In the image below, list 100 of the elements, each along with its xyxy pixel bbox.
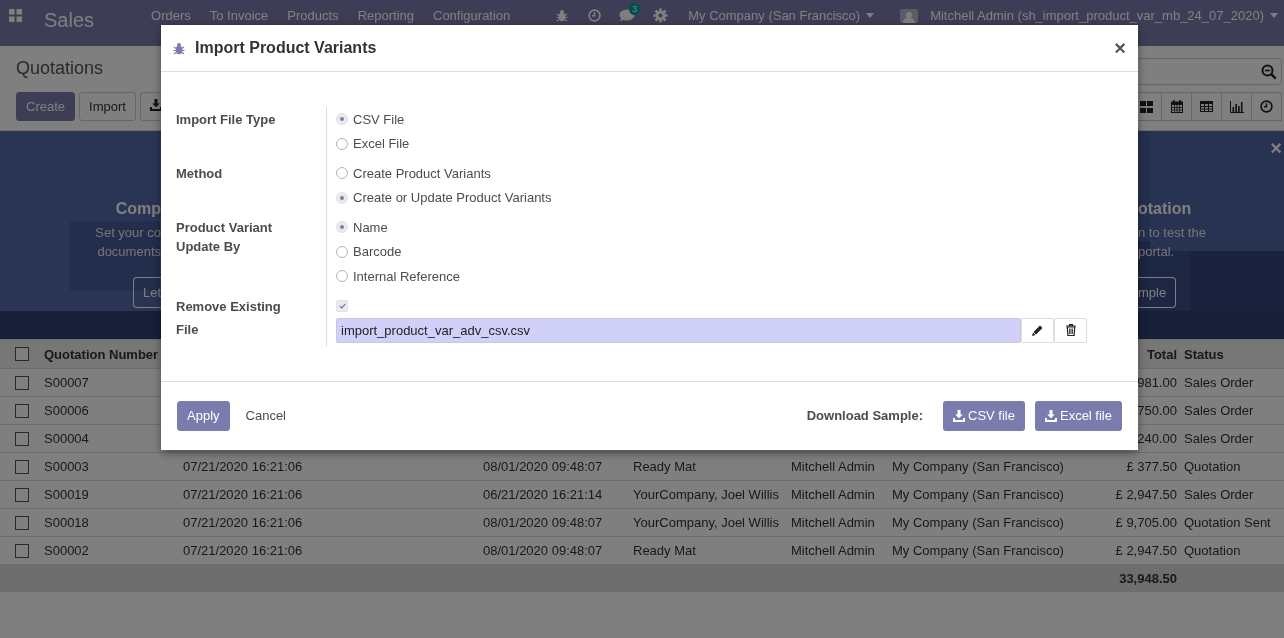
checkbox[interactable] (15, 487, 29, 502)
checkbox[interactable] (15, 459, 29, 474)
clock-icon[interactable] (588, 9, 602, 22)
table-cell-text: £ 9,705.00 (1114, 515, 1177, 530)
table-cell-text: Quotation (1183, 543, 1242, 558)
list-view-button[interactable] (1191, 92, 1222, 121)
activity-view-button[interactable] (1251, 92, 1282, 121)
table-cell-text: S00003 (43, 459, 90, 474)
create-button[interactable]: Create (16, 92, 76, 121)
table-cell-text: Mitchell Admin (790, 515, 876, 530)
close-button[interactable]: × (1270, 137, 1282, 159)
menu-item[interactable]: Orders (151, 8, 191, 23)
column-header[interactable]: Total (1138, 346, 1177, 362)
banner-text: n to test the (1138, 224, 1207, 242)
checkbox[interactable] (15, 403, 29, 418)
table-cell-text: 240.00 (1136, 431, 1177, 446)
table-cell-text: S00018 (43, 515, 90, 530)
table-cell-text: S00004 (43, 431, 90, 446)
calendar-view-button[interactable] (1161, 92, 1192, 121)
radio-button[interactable] (336, 221, 348, 234)
table-cell-text: 750.00 (1136, 403, 1177, 418)
edit-button[interactable] (1021, 317, 1054, 343)
table-cell-text: Sales Order (1183, 403, 1255, 418)
radio-button[interactable] (336, 245, 348, 258)
menu-item[interactable]: Configuration (433, 8, 511, 23)
download-icon (149, 99, 162, 111)
table-cell-text: £ 2,947.50 (1114, 487, 1177, 502)
page-title: Quotations (16, 58, 105, 80)
close-button[interactable]: × (1114, 36, 1126, 60)
option-label: Name (353, 218, 388, 237)
table-cell-text: My Company (San Francisco) (891, 459, 1065, 474)
banner-text: Set your co (94, 224, 161, 242)
table-cell-text: S00002 (43, 543, 90, 558)
menu-item[interactable]: Products (287, 8, 339, 23)
table-cell-text: Ready Mat (632, 459, 697, 474)
gear-icon[interactable] (653, 8, 669, 23)
table-cell-text: My Company (San Francisco) (891, 487, 1065, 502)
table-cell-text: Mitchell Admin (790, 487, 876, 502)
radio-button[interactable] (336, 113, 348, 126)
table-cell-text: Quotation (1183, 459, 1242, 474)
pencil-icon (1032, 324, 1043, 336)
download-button[interactable]: CSV file (943, 400, 1025, 431)
apply-button[interactable]: Apply (177, 400, 230, 431)
user-menu[interactable]: Mitchell Admin (sh_import_product_var_mb_24_07_2020) (930, 8, 1278, 23)
table-cell-text: 981.00 (1136, 375, 1177, 390)
menu-item[interactable]: To Invoice (209, 8, 269, 23)
app-name: Sales (44, 8, 95, 31)
banner-title: Comp (114, 199, 161, 219)
banner-text: portal. (1138, 243, 1176, 261)
table-cell-text: 08/01/2020 09:48:07 (482, 515, 604, 530)
column-header[interactable]: Status (1177, 346, 1232, 362)
download-sample-label: Download Sample: (806, 408, 923, 423)
table-cell-text: My Company (San Francisco) (891, 515, 1065, 530)
table-cell-text: Sales Order (1183, 487, 1255, 502)
clock-icon (1260, 100, 1273, 113)
search-icon[interactable] (1261, 63, 1277, 80)
table-cell-text: 07/21/2020 16:21:06 (182, 543, 304, 558)
checkbox[interactable] (15, 515, 29, 530)
radio-button[interactable] (336, 167, 348, 180)
field-label: Product Variant Update By (176, 215, 327, 294)
radio-button[interactable] (336, 137, 348, 150)
table-cell-text: S00007 (43, 375, 90, 390)
table-cell-text: YourCompany, Joel Willis (632, 487, 780, 502)
grid-icon (1140, 100, 1153, 113)
bug-icon[interactable] (173, 41, 185, 55)
option-label: Excel File (353, 135, 410, 154)
radio-button[interactable] (336, 191, 348, 204)
radio-button[interactable] (336, 270, 348, 283)
option-label: Barcode (353, 243, 402, 262)
banner-text: documents (96, 243, 161, 261)
checkbox[interactable] (15, 431, 29, 446)
calendar-icon (1170, 100, 1183, 113)
checkbox[interactable] (15, 375, 29, 390)
table-cell-text: Sales Order (1183, 375, 1255, 390)
field-label: Method (176, 161, 327, 215)
option-label: Internal Reference (353, 267, 460, 286)
trash-icon (1065, 324, 1076, 336)
download-button[interactable]: Excel file (1034, 400, 1122, 431)
checkbox[interactable] (15, 347, 29, 361)
company-switcher[interactable]: My Company (San Francisco) (688, 8, 875, 23)
checkbox[interactable] (15, 543, 29, 558)
table-cell-text: S00019 (43, 487, 90, 502)
field-label: Import File Type (176, 107, 327, 161)
option-label: Create Product Variants (353, 164, 491, 183)
delete-button[interactable] (1054, 317, 1087, 343)
dialog-title: Import Product Variants (195, 39, 377, 57)
download-icon (1044, 409, 1057, 422)
banner-title: otation (1138, 199, 1193, 219)
field-label: Remove Existing (176, 293, 327, 318)
bug-icon[interactable] (556, 9, 569, 22)
table-cell-text: Ready Mat (632, 543, 697, 558)
apps-icon[interactable] (9, 9, 22, 22)
menu-item[interactable]: Reporting (357, 8, 414, 23)
import-button[interactable]: Import (79, 92, 136, 121)
graph-view-button[interactable] (1221, 92, 1252, 121)
message-count-badge: 3 (629, 3, 641, 15)
option-label: Create or Update Product Variants (353, 189, 552, 208)
table-cell-text: 07/21/2020 16:21:06 (182, 459, 304, 474)
cancel-link[interactable]: Cancel (245, 408, 286, 423)
file-field[interactable]: import_product_var_adv_csv.csv (336, 317, 1021, 343)
